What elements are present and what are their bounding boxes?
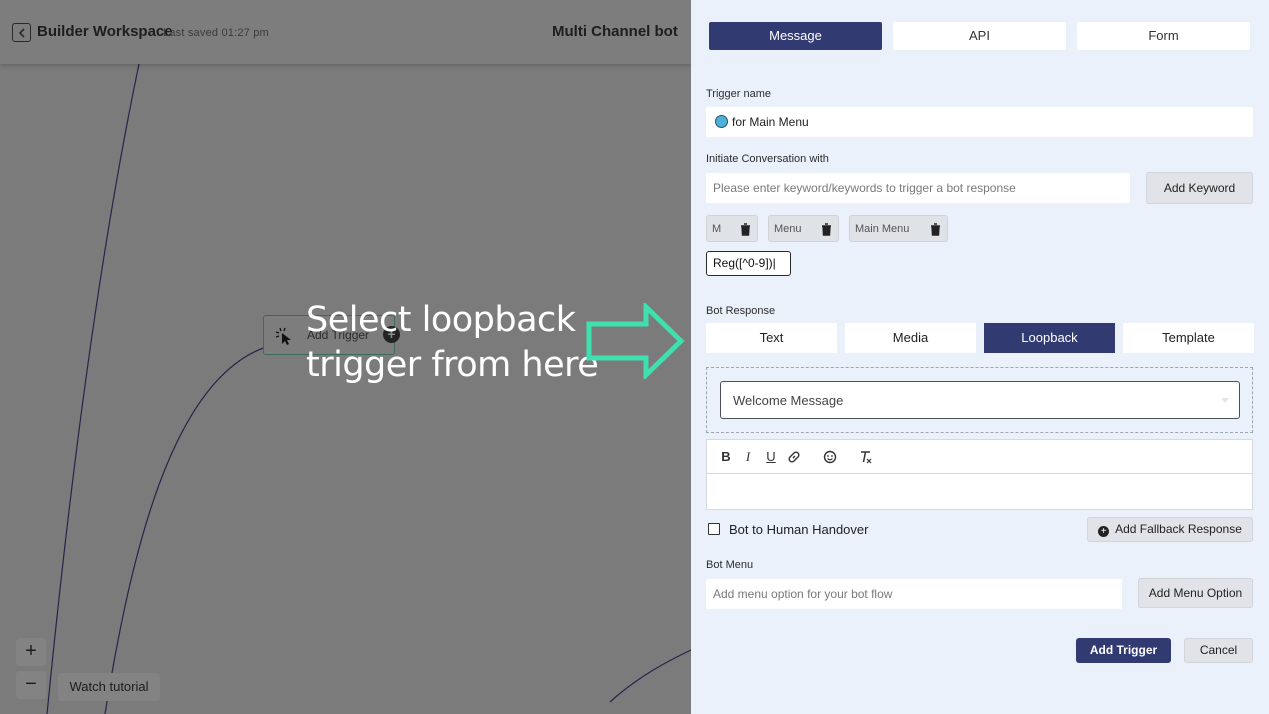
plus-circle-icon: + — [1098, 526, 1110, 537]
link-icon[interactable] — [787, 449, 801, 465]
response-type-tabs: Text Media Loopback Template — [706, 323, 1254, 353]
add-keyword-button[interactable]: Add Keyword — [1146, 172, 1253, 204]
bold-button[interactable]: B — [719, 449, 733, 465]
instruction-callout: Select loopback trigger from here — [306, 298, 599, 388]
bot-menu-label: Bot Menu — [706, 559, 754, 571]
tab-loopback[interactable]: Loopback — [984, 323, 1115, 353]
add-menu-option-button[interactable]: Add Menu Option — [1138, 578, 1253, 608]
workspace-title: Builder Workspace — [37, 23, 173, 40]
back-icon[interactable] — [12, 23, 31, 42]
callout-line-1: Select loopback — [306, 300, 576, 340]
regex-chip[interactable]: Reg([^0-9])| — [706, 251, 791, 276]
tab-text[interactable]: Text — [706, 323, 837, 353]
menu-placeholder: Add menu option for your bot flow — [713, 587, 893, 601]
trigger-name-label: Trigger name — [706, 88, 772, 100]
click-cursor-icon — [275, 327, 291, 345]
trigger-editor-panel: Message API Form Trigger name for Main M… — [691, 0, 1269, 714]
tab-template[interactable]: Template — [1123, 323, 1254, 353]
callout-line-2: trigger from here — [306, 345, 599, 385]
handover-label: Bot to Human Handover — [729, 522, 869, 537]
trigger-name-input[interactable]: for Main Menu — [706, 107, 1253, 137]
loopback-container: Welcome Message — [706, 367, 1253, 433]
keyword-chip: M — [706, 215, 758, 242]
trigger-name-value: for Main Menu — [732, 115, 809, 129]
bot-name: Multi Channel bot — [552, 23, 678, 40]
last-saved-text: Last saved 01:27 pm — [163, 27, 269, 39]
zoom-out-button[interactable]: − — [16, 671, 46, 699]
add-trigger-button[interactable]: Add Trigger — [1076, 638, 1171, 663]
keyword-chip-label: M — [712, 223, 722, 235]
fallback-label: Add Fallback Response — [1115, 522, 1242, 536]
editor-toolbar: B I U — [707, 440, 1252, 474]
rich-text-editor[interactable]: B I U — [706, 439, 1253, 510]
keyword-chip-label: Menu — [774, 223, 802, 235]
tab-media[interactable]: Media — [845, 323, 976, 353]
keyword-placeholder: Please enter keyword/keywords to trigger… — [713, 181, 1016, 195]
watch-tutorial-button[interactable]: Watch tutorial — [58, 673, 160, 701]
tab-api[interactable]: API — [893, 22, 1066, 50]
tab-message[interactable]: Message — [709, 22, 882, 50]
trash-icon[interactable] — [930, 223, 941, 236]
tab-form[interactable]: Form — [1077, 22, 1250, 50]
loopback-selected-value: Welcome Message — [733, 393, 844, 408]
trash-icon[interactable] — [821, 223, 832, 236]
keyword-chip: Main Menu — [849, 215, 948, 242]
chevron-down-icon — [1221, 398, 1229, 403]
emoji-icon[interactable] — [823, 449, 837, 465]
italic-button[interactable]: I — [741, 449, 755, 465]
trash-icon[interactable] — [740, 223, 751, 236]
keyword-chip: Menu — [768, 215, 839, 242]
add-fallback-button[interactable]: + Add Fallback Response — [1087, 517, 1253, 542]
clear-format-icon[interactable] — [859, 449, 873, 465]
handover-checkbox[interactable] — [708, 523, 720, 535]
cancel-button[interactable]: Cancel — [1184, 638, 1253, 663]
keyword-input[interactable]: Please enter keyword/keywords to trigger… — [706, 173, 1130, 203]
keyword-chip-label: Main Menu — [855, 223, 910, 235]
underline-button[interactable]: U — [764, 449, 778, 465]
menu-option-input[interactable]: Add menu option for your bot flow — [706, 579, 1122, 609]
loopback-select[interactable]: Welcome Message — [720, 381, 1240, 419]
trigger-type-tabs: Message API Form — [709, 22, 1261, 50]
bot-response-label: Bot Response — [706, 305, 776, 317]
emoji-icon — [715, 115, 728, 128]
zoom-in-button[interactable]: + — [16, 638, 46, 666]
flow-canvas[interactable]: Builder Workspace Last saved 01:27 pm Mu… — [0, 0, 691, 714]
callout-arrow-icon — [586, 303, 685, 379]
initiate-conversation-label: Initiate Conversation with — [706, 153, 829, 165]
workspace-header: Builder Workspace Last saved 01:27 pm Mu… — [0, 0, 691, 64]
